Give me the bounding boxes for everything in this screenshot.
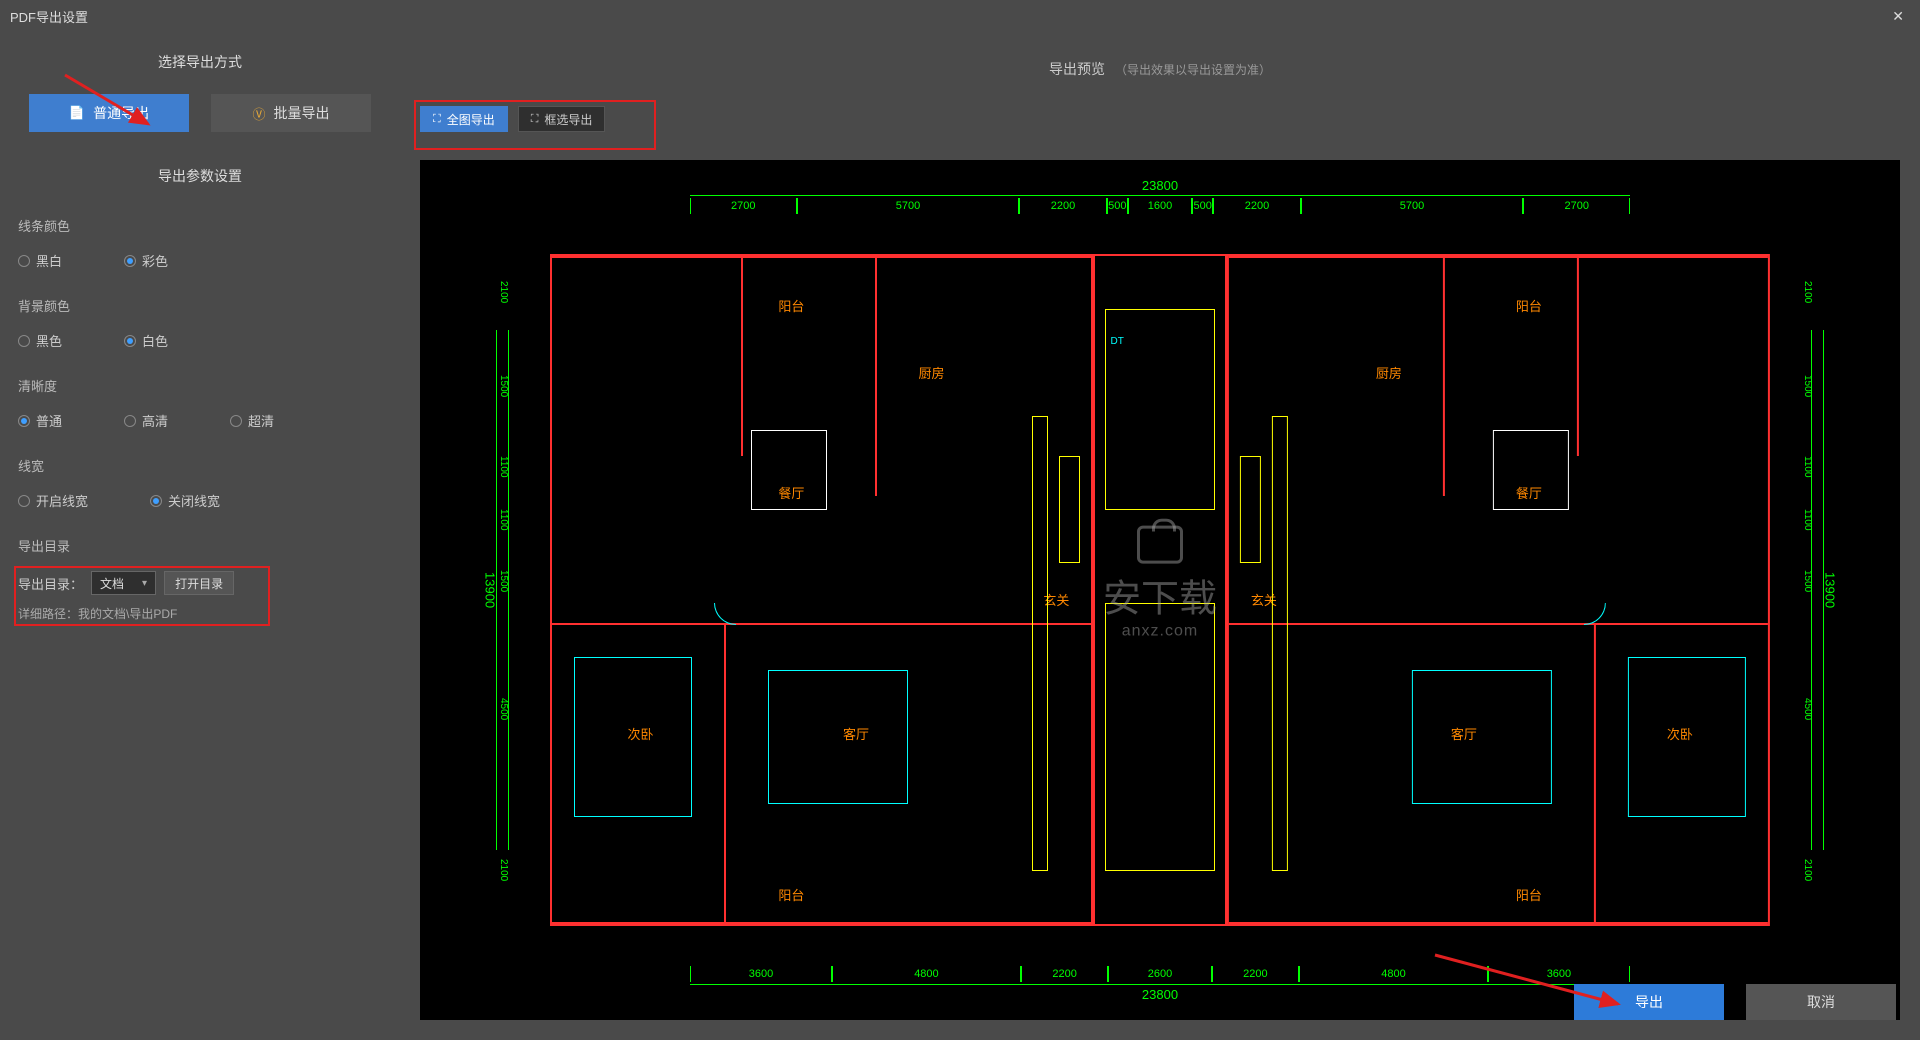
normal-export-label: 普通导出 bbox=[93, 103, 149, 123]
dims-right-segments: 2100 1500 1100 1100 1500 4500 2100 bbox=[1802, 254, 1822, 926]
floor-plan: 阳台 厨房 餐厅 玄关 客厅 次卧 阳台 bbox=[550, 254, 1770, 926]
unit-right: 阳台 厨房 餐厅 玄关 客厅 次卧 阳台 bbox=[1227, 254, 1770, 926]
preview-title: 导出预览 bbox=[1049, 59, 1105, 79]
dim-total-width: 23800 bbox=[1142, 178, 1178, 193]
dim-total-width-b: 23800 bbox=[1142, 987, 1178, 1002]
dim-bottom-segments: 3600 4800 2200 2600 2200 4800 3600 bbox=[690, 966, 1630, 982]
export-dir-group: 导出目录 导出目录： 文档 ▾ 打开目录 详细路径：我的文档\导出PDF bbox=[18, 536, 382, 622]
preview-canvas: 23800 2700 5700 2200 500 1600 500 2200 5… bbox=[420, 160, 1900, 1020]
close-icon[interactable]: ✕ bbox=[1886, 8, 1910, 25]
open-dir-button[interactable]: 打开目录 bbox=[164, 571, 234, 595]
batch-export-button[interactable]: Ⓥ 批量导出 bbox=[211, 94, 371, 132]
dim-total-height-r: 13900 bbox=[1823, 572, 1838, 608]
batch-export-label: 批量导出 bbox=[274, 103, 330, 123]
line-color-group: 线条颜色 黑白 彩色 bbox=[18, 216, 382, 270]
line-color-label: 线条颜色 bbox=[18, 216, 382, 235]
select-icon: ⛶ bbox=[531, 113, 539, 126]
main-area: 导出预览 （导出效果以导出设置为准） ⛶ 全图导出 ⛶ 框选导出 23800 2… bbox=[400, 32, 1920, 1040]
stair-core: DT bbox=[1093, 254, 1227, 926]
document-icon: 📄 bbox=[69, 105, 85, 121]
radio-line-bw[interactable]: 黑白 bbox=[18, 251, 62, 270]
extent-icon: ⛶ bbox=[433, 113, 441, 126]
bg-color-group: 背景颜色 黑色 白色 bbox=[18, 296, 382, 350]
radio-clarity-uhd[interactable]: 超清 bbox=[230, 411, 274, 430]
radio-clarity-hd[interactable]: 高清 bbox=[124, 411, 168, 430]
bg-color-label: 背景颜色 bbox=[18, 296, 382, 315]
footer: 导出 取消 bbox=[1574, 984, 1896, 1020]
export-button[interactable]: 导出 bbox=[1574, 984, 1724, 1020]
dim-top-segments: 2700 5700 2200 500 1600 500 2200 5700 27… bbox=[690, 198, 1630, 214]
param-section-title: 导出参数设置 bbox=[18, 166, 382, 186]
box-export-button[interactable]: ⛶ 框选导出 bbox=[518, 106, 606, 132]
full-export-button[interactable]: ⛶ 全图导出 bbox=[420, 106, 508, 132]
radio-line-color[interactable]: 彩色 bbox=[124, 251, 168, 270]
radio-bg-black[interactable]: 黑色 bbox=[18, 331, 62, 350]
chevron-down-icon: ▾ bbox=[142, 578, 147, 589]
batch-icon: Ⓥ bbox=[252, 104, 265, 123]
dir-path-line: 详细路径：我的文档\导出PDF bbox=[18, 605, 382, 622]
unit-left: 阳台 厨房 餐厅 玄关 客厅 次卧 阳台 bbox=[550, 254, 1093, 926]
lineweight-label: 线宽 bbox=[18, 456, 382, 475]
dims-top: 23800 2700 5700 2200 500 1600 500 2200 5… bbox=[420, 178, 1900, 214]
clarity-label: 清晰度 bbox=[18, 376, 382, 395]
clarity-group: 清晰度 普通 高清 超清 bbox=[18, 376, 382, 430]
radio-lw-off[interactable]: 关闭线宽 bbox=[150, 491, 220, 510]
titlebar: PDF导出设置 ✕ bbox=[0, 0, 1920, 32]
preview-hint: （导出效果以导出设置为准） bbox=[1115, 61, 1271, 78]
window-title: PDF导出设置 bbox=[10, 7, 88, 26]
normal-export-button[interactable]: 📄 普通导出 bbox=[29, 94, 189, 132]
radio-lw-on[interactable]: 开启线宽 bbox=[18, 491, 88, 510]
dims-left-segments: 2100 1500 1100 1100 1500 4500 2100 bbox=[498, 254, 518, 926]
sidebar: 选择导出方式 📄 普通导出 Ⓥ 批量导出 导出参数设置 线条颜色 黑白 彩色 背… bbox=[0, 32, 400, 1040]
radio-clarity-normal[interactable]: 普通 bbox=[18, 411, 62, 430]
lineweight-group: 线宽 开启线宽 关闭线宽 bbox=[18, 456, 382, 510]
preview-header: 导出预览 （导出效果以导出设置为准） bbox=[400, 32, 1920, 106]
export-dir-label: 导出目录 bbox=[18, 536, 382, 555]
mode-section-title: 选择导出方式 bbox=[18, 52, 382, 72]
cancel-button[interactable]: 取消 bbox=[1746, 984, 1896, 1020]
dir-row-label: 导出目录： bbox=[18, 574, 83, 593]
radio-bg-white[interactable]: 白色 bbox=[124, 331, 168, 350]
preview-toolbar: ⛶ 全图导出 ⛶ 框选导出 bbox=[420, 106, 605, 132]
dir-select[interactable]: 文档 ▾ bbox=[91, 571, 156, 595]
dir-select-value: 文档 bbox=[100, 575, 124, 592]
